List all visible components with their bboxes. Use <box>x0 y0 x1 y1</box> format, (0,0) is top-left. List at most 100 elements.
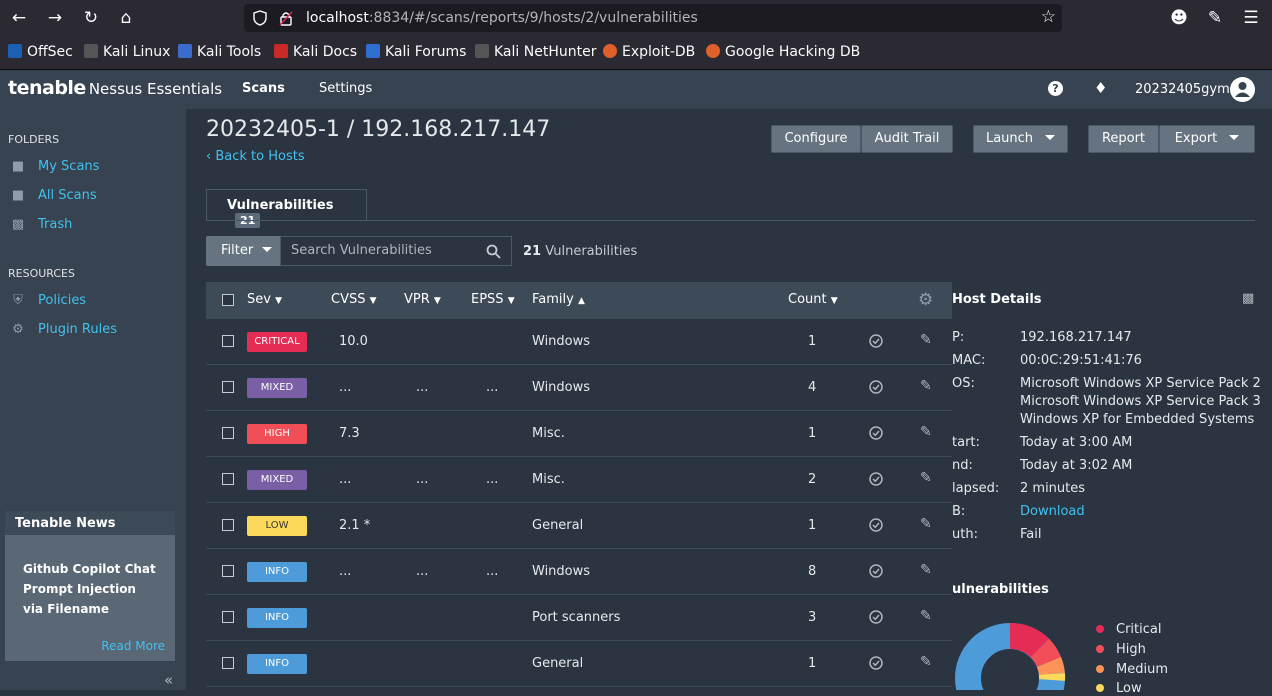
sidebar-item-my-scans[interactable]: ■My Scans <box>10 159 99 174</box>
col-family[interactable]: Family ▲ <box>532 292 585 307</box>
bookmark-google-hacking-db[interactable]: Google Hacking DB <box>706 44 860 60</box>
col-epss[interactable]: EPSS ▼ <box>471 292 515 307</box>
report-button[interactable]: Report <box>1088 125 1159 153</box>
pencil-icon[interactable]: ✎ <box>920 562 932 578</box>
forward-arrow-icon[interactable]: → <box>44 7 66 29</box>
address-bar[interactable]: localhost:8834/#/scans/reports/9/hosts/2… <box>244 4 1062 32</box>
family-value: Windows <box>532 380 590 395</box>
check-circle-icon[interactable] <box>869 654 883 674</box>
gear-icon[interactable]: ⚙ <box>918 290 933 310</box>
table-row[interactable]: LOW2.1 *General1✎ <box>206 503 952 549</box>
count-value: 1 <box>808 334 816 349</box>
tenable-logo[interactable]: tenableNessus Essentials <box>8 77 222 99</box>
check-circle-icon[interactable] <box>869 424 883 444</box>
nav-scans[interactable]: Scans <box>242 81 285 96</box>
elapsed-label: lapsed: <box>952 481 999 496</box>
bookmark-kali-forums[interactable]: Kali Forums <box>366 44 466 60</box>
nav-settings[interactable]: Settings <box>319 81 372 96</box>
pencil-icon[interactable]: ✎ <box>920 654 932 670</box>
folder-icon: ■ <box>10 188 26 203</box>
pencil-icon[interactable]: ✎ <box>920 378 932 394</box>
star-icon[interactable]: ☆ <box>1041 7 1056 27</box>
auth-label: uth: <box>952 527 978 542</box>
col-count[interactable]: Count ▼ <box>788 292 838 307</box>
row-checkbox[interactable] <box>222 611 234 623</box>
row-checkbox[interactable] <box>222 473 234 485</box>
check-circle-icon[interactable] <box>869 516 883 536</box>
filter-dropdown[interactable]: Filter <box>206 236 280 266</box>
back-arrow-icon[interactable]: ← <box>8 7 30 29</box>
legend-medium: Medium <box>1096 662 1168 677</box>
row-checkbox[interactable] <box>222 657 234 669</box>
bookmark-offsec[interactable]: OffSec <box>8 44 73 60</box>
sidebar-item-plugin-rules[interactable]: ⚙Plugin Rules <box>10 322 117 337</box>
trash-icon[interactable]: ▩ <box>1242 291 1254 306</box>
select-all-checkbox[interactable] <box>222 294 234 306</box>
check-circle-icon[interactable] <box>869 332 883 352</box>
row-checkbox[interactable] <box>222 335 234 347</box>
check-circle-icon[interactable] <box>869 470 883 490</box>
export-button[interactable]: Export <box>1159 125 1255 153</box>
vulnerabilities-donut-chart[interactable] <box>952 620 1072 690</box>
pencil-icon[interactable]: ✎ <box>920 516 932 532</box>
table-row[interactable]: MIXED.........Windows4✎ <box>206 365 952 411</box>
pencil-icon[interactable]: ✎ <box>920 608 932 624</box>
search-icon[interactable] <box>486 244 501 259</box>
row-checkbox[interactable] <box>222 427 234 439</box>
pencil-icon[interactable]: ✎ <box>920 470 932 486</box>
col-cvss[interactable]: CVSS ▼ <box>331 292 377 307</box>
download-link[interactable]: Download <box>1020 503 1085 521</box>
bookmark-kali-nethunter[interactable]: Kali NetHunter <box>475 44 596 60</box>
col-sev[interactable]: Sev ▼ <box>247 292 282 307</box>
reload-icon[interactable]: ↻ <box>80 7 102 29</box>
bookmark-kali-linux[interactable]: Kali Linux <box>84 44 170 60</box>
extensions-icon[interactable]: ✎ <box>1204 7 1226 29</box>
table-row[interactable]: HIGH7.3Misc.1✎ <box>206 411 952 457</box>
home-icon[interactable]: ⌂ <box>115 7 137 29</box>
username[interactable]: 20232405gym <box>1135 82 1230 97</box>
elapsed-value: 2 minutes <box>1020 480 1085 498</box>
mac-value: 00:0C:29:51:41:76 <box>1020 352 1142 370</box>
table-row[interactable]: MIXED.........Misc.2✎ <box>206 457 952 503</box>
tab-vulnerabilities[interactable]: Vulnerabilities21 <box>206 189 367 221</box>
audit-trail-button[interactable]: Audit Trail <box>861 125 953 153</box>
collapse-sidebar-icon[interactable]: « <box>164 671 173 689</box>
table-row[interactable]: INFOPort scanners3✎ <box>206 595 952 641</box>
pencil-icon[interactable]: ✎ <box>920 332 932 348</box>
table-row[interactable]: INFO.........Windows8✎ <box>206 549 952 595</box>
back-to-hosts-link[interactable]: ‹ Back to Hosts <box>206 149 305 164</box>
severity-badge: INFO <box>247 562 307 582</box>
configure-button[interactable]: Configure <box>771 125 861 153</box>
mac-label: MAC: <box>952 353 985 368</box>
news-headline[interactable]: Github Copilot Chat Prompt Injection via… <box>5 535 175 619</box>
check-circle-icon[interactable] <box>869 378 883 398</box>
read-more-link[interactable]: Read More <box>101 639 165 653</box>
family-value: Misc. <box>532 472 565 487</box>
count-value: 1 <box>808 656 816 671</box>
col-vpr[interactable]: VPR ▼ <box>404 292 441 307</box>
count-value: 8 <box>808 564 816 579</box>
end-label: nd: <box>952 458 973 473</box>
sidebar-item-trash[interactable]: ▩Trash <box>10 217 72 232</box>
pencil-icon[interactable]: ✎ <box>920 424 932 440</box>
sidebar-item-policies[interactable]: ⛨Policies <box>10 293 86 308</box>
help-icon[interactable]: ? <box>1048 81 1063 96</box>
bookmark-exploit-db[interactable]: Exploit-DB <box>603 44 695 60</box>
bookmark-kali-tools[interactable]: Kali Tools <box>178 44 261 60</box>
launch-button[interactable]: Launch <box>973 125 1068 153</box>
row-checkbox[interactable] <box>222 381 234 393</box>
user-avatar-icon[interactable] <box>1230 77 1255 102</box>
search-input[interactable]: Search Vulnerabilities <box>280 236 512 266</box>
bell-icon[interactable]: ♦ <box>1094 79 1107 97</box>
sidebar-item-all-scans[interactable]: ■All Scans <box>10 188 97 203</box>
check-circle-icon[interactable] <box>869 608 883 628</box>
check-circle-icon[interactable] <box>869 562 883 582</box>
row-checkbox[interactable] <box>222 565 234 577</box>
account-icon[interactable]: ☻ <box>1168 7 1190 29</box>
table-row[interactable]: INFOGeneral1✎ <box>206 641 952 687</box>
bookmark-kali-docs[interactable]: Kali Docs <box>274 44 357 60</box>
table-row[interactable]: CRITICAL10.0Windows1✎ <box>206 319 952 365</box>
legend-high: High <box>1096 642 1146 657</box>
row-checkbox[interactable] <box>222 519 234 531</box>
menu-icon[interactable]: ☰ <box>1240 7 1262 29</box>
